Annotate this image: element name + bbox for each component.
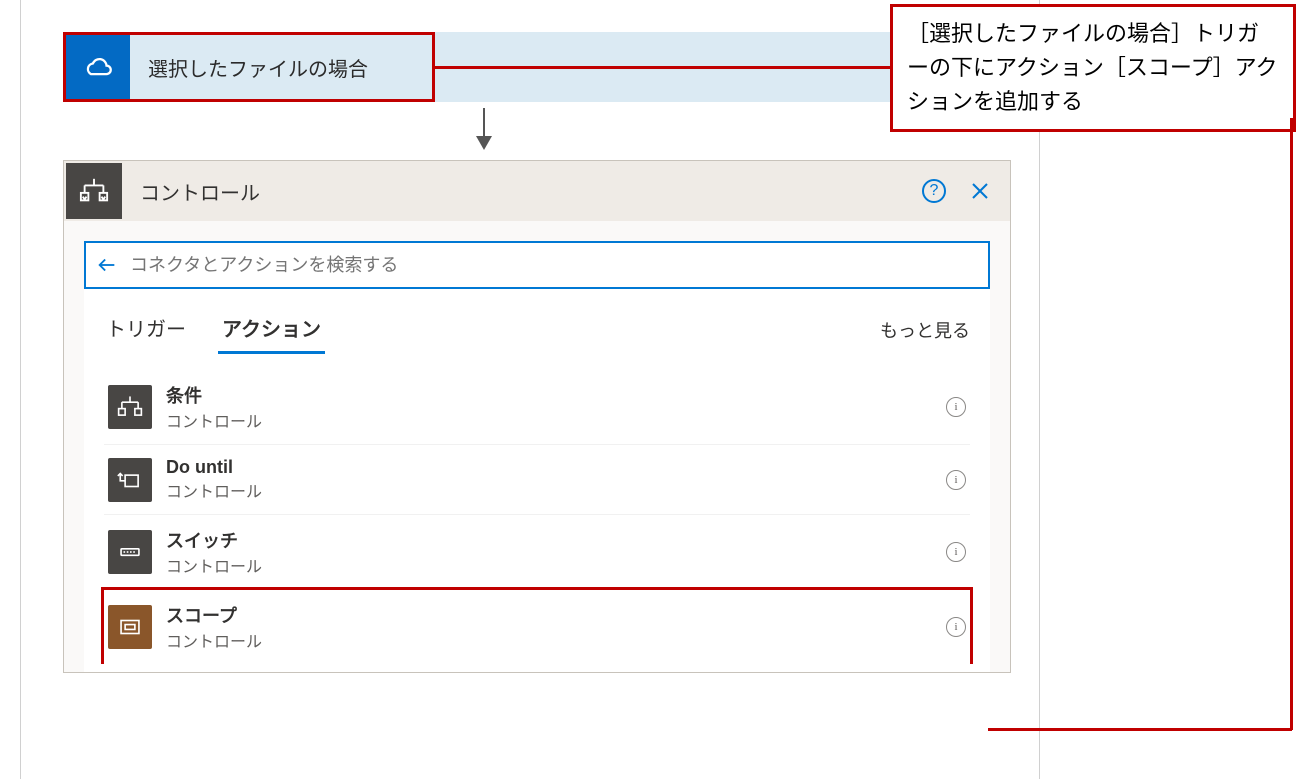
info-icon[interactable]: i (946, 470, 966, 490)
search-input[interactable] (128, 254, 978, 277)
annotation-connector (414, 66, 890, 69)
see-more-link[interactable]: もっと見る (880, 317, 970, 343)
condition-icon (108, 385, 152, 429)
annotation-connector (988, 728, 1292, 731)
close-icon[interactable] (970, 181, 990, 201)
flow-canvas: 選択したファイルの場合 コントロール ? (20, 0, 1040, 779)
action-sub: コントロール (166, 408, 946, 432)
annotation-connector (1290, 118, 1293, 730)
panel-body: トリガー アクション もっと見る (84, 241, 990, 672)
info-icon[interactable]: i (946, 617, 966, 637)
back-arrow-icon[interactable] (96, 254, 118, 276)
panel-header: コントロール ? (64, 161, 1010, 221)
help-icon[interactable]: ? (922, 179, 946, 203)
annotation-callout: ［選択したファイルの場合］トリガーの下にアクション［スコープ］アクションを追加す… (890, 4, 1296, 132)
action-title: スイッチ (166, 527, 946, 553)
action-item-scope[interactable]: スコープ コントロール i (101, 587, 973, 664)
onedrive-icon (66, 35, 130, 99)
action-title: 条件 (166, 382, 946, 408)
tab-triggers[interactable]: トリガー (104, 307, 188, 352)
action-sub: コントロール (166, 628, 946, 652)
control-icon (66, 163, 122, 219)
action-item-do-until[interactable]: Do until コントロール i (104, 445, 970, 515)
action-sub: コントロール (166, 553, 946, 577)
action-sub: コントロール (166, 478, 946, 502)
tabs: トリガー アクション もっと見る (84, 307, 990, 352)
do-until-icon (108, 458, 152, 502)
search-row[interactable] (84, 241, 990, 289)
panel-title: コントロール (140, 177, 922, 206)
scope-icon (108, 605, 152, 649)
info-icon[interactable]: i (946, 397, 966, 417)
action-item-switch[interactable]: スイッチ コントロール i (104, 515, 970, 590)
info-icon[interactable]: i (946, 542, 966, 562)
annotation-text: ［選択したファイルの場合］トリガーの下にアクション［スコープ］アクションを追加す… (907, 21, 1277, 114)
action-list: 条件 コントロール i Do until (84, 370, 990, 672)
switch-icon (108, 530, 152, 574)
tab-actions[interactable]: アクション (220, 307, 323, 352)
action-title: Do until (166, 457, 946, 478)
trigger-card[interactable]: 選択したファイルの場合 (63, 32, 435, 102)
action-item-condition[interactable]: 条件 コントロール i (104, 370, 970, 445)
flow-arrow-down-icon (483, 108, 485, 148)
action-title: スコープ (166, 602, 946, 628)
action-picker-panel: コントロール ? (63, 160, 1011, 673)
trigger-title: 選択したファイルの場合 (148, 53, 368, 82)
